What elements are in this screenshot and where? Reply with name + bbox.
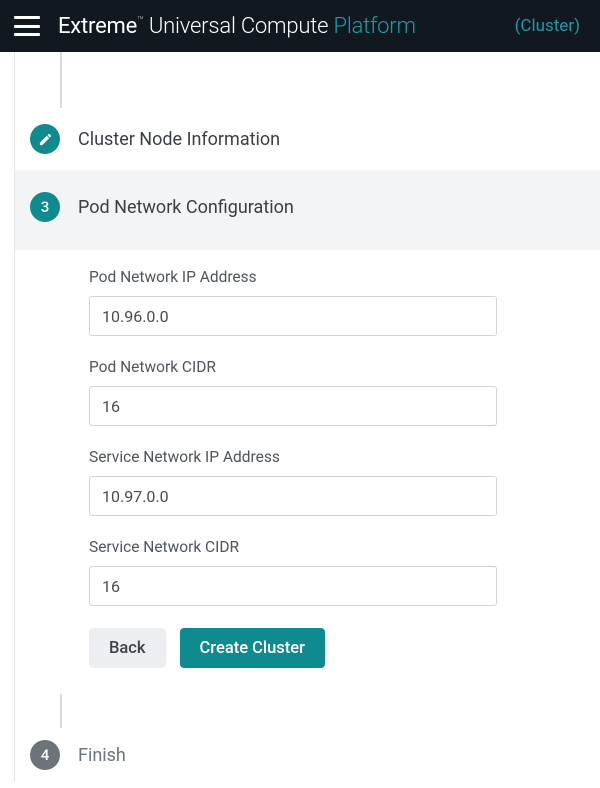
service-cidr-label: Service Network CIDR [89, 538, 580, 556]
service-cidr-input[interactable] [89, 566, 497, 606]
app-header: Extreme™ Universal Compute Platform (Clu… [0, 0, 600, 52]
step-title: Finish [78, 745, 126, 766]
step-pod-network-config: 3 Pod Network Configuration [15, 170, 600, 250]
menu-icon[interactable] [14, 16, 40, 36]
edit-icon [30, 124, 60, 154]
pod-cidr-input[interactable] [89, 386, 497, 426]
pod-ip-label: Pod Network IP Address [89, 268, 580, 286]
pod-cidr-label: Pod Network CIDR [89, 358, 580, 376]
title-mid: Universal Compute [149, 14, 328, 39]
step-title: Pod Network Configuration [78, 197, 294, 218]
step-cluster-node-info[interactable]: Cluster Node Information [15, 108, 600, 170]
service-ip-label: Service Network IP Address [89, 448, 580, 466]
step-body: Pod Network IP Address Pod Network CIDR … [15, 250, 600, 694]
service-ip-input[interactable] [89, 476, 497, 516]
create-cluster-button[interactable]: Create Cluster [180, 628, 325, 668]
app-title: Extreme™ Universal Compute Platform [58, 14, 515, 39]
step-number-badge: 3 [30, 192, 60, 222]
back-button[interactable]: Back [89, 628, 166, 668]
step-title: Cluster Node Information [78, 129, 280, 150]
step-finish: 4 Finish [15, 728, 600, 782]
step-number-badge: 4 [30, 740, 60, 770]
wizard-content: Cluster Node Information 3 Pod Network C… [0, 52, 600, 782]
connector-line [15, 694, 600, 728]
connector-line [15, 52, 600, 108]
pod-ip-input[interactable] [89, 296, 497, 336]
title-platform: Platform [334, 14, 416, 39]
title-brand: Extreme [58, 14, 137, 39]
context-label: (Cluster) [515, 16, 580, 36]
